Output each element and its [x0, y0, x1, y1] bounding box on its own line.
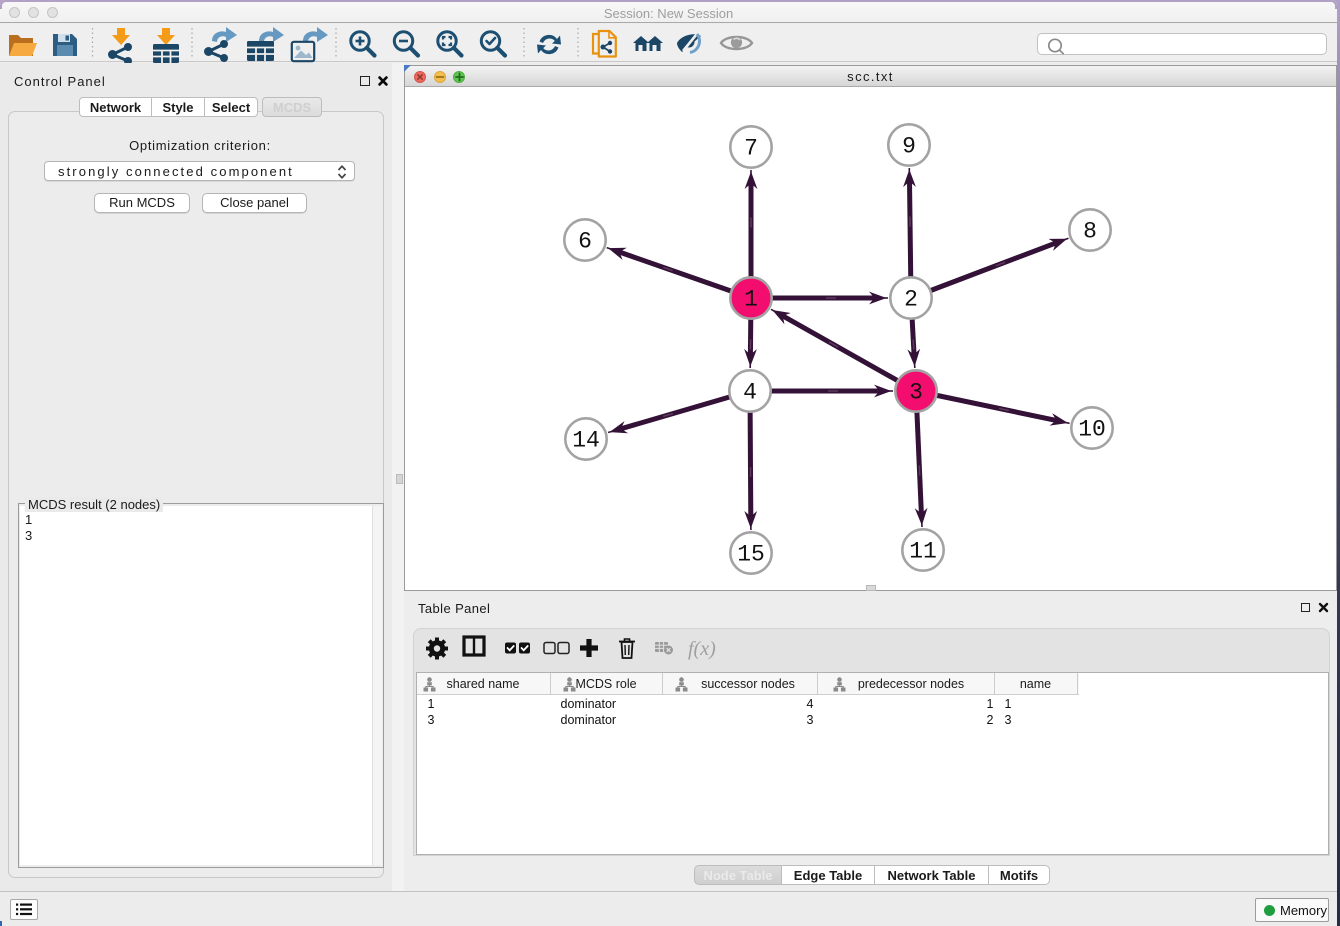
svg-text:14: 14: [572, 428, 600, 454]
svg-text:10: 10: [1078, 417, 1106, 443]
svg-text:2: 2: [904, 287, 918, 313]
svg-text:7: 7: [744, 136, 758, 162]
svg-text:1: 1: [744, 287, 758, 313]
svg-text:8: 8: [1083, 219, 1097, 245]
svg-text:9: 9: [902, 134, 916, 160]
svg-text:4: 4: [743, 380, 757, 406]
svg-text:15: 15: [737, 542, 765, 568]
svg-text:6: 6: [578, 229, 592, 255]
svg-text:f(x): f(x): [688, 638, 716, 660]
svg-text:3: 3: [909, 380, 923, 406]
svg-text:11: 11: [909, 539, 937, 565]
